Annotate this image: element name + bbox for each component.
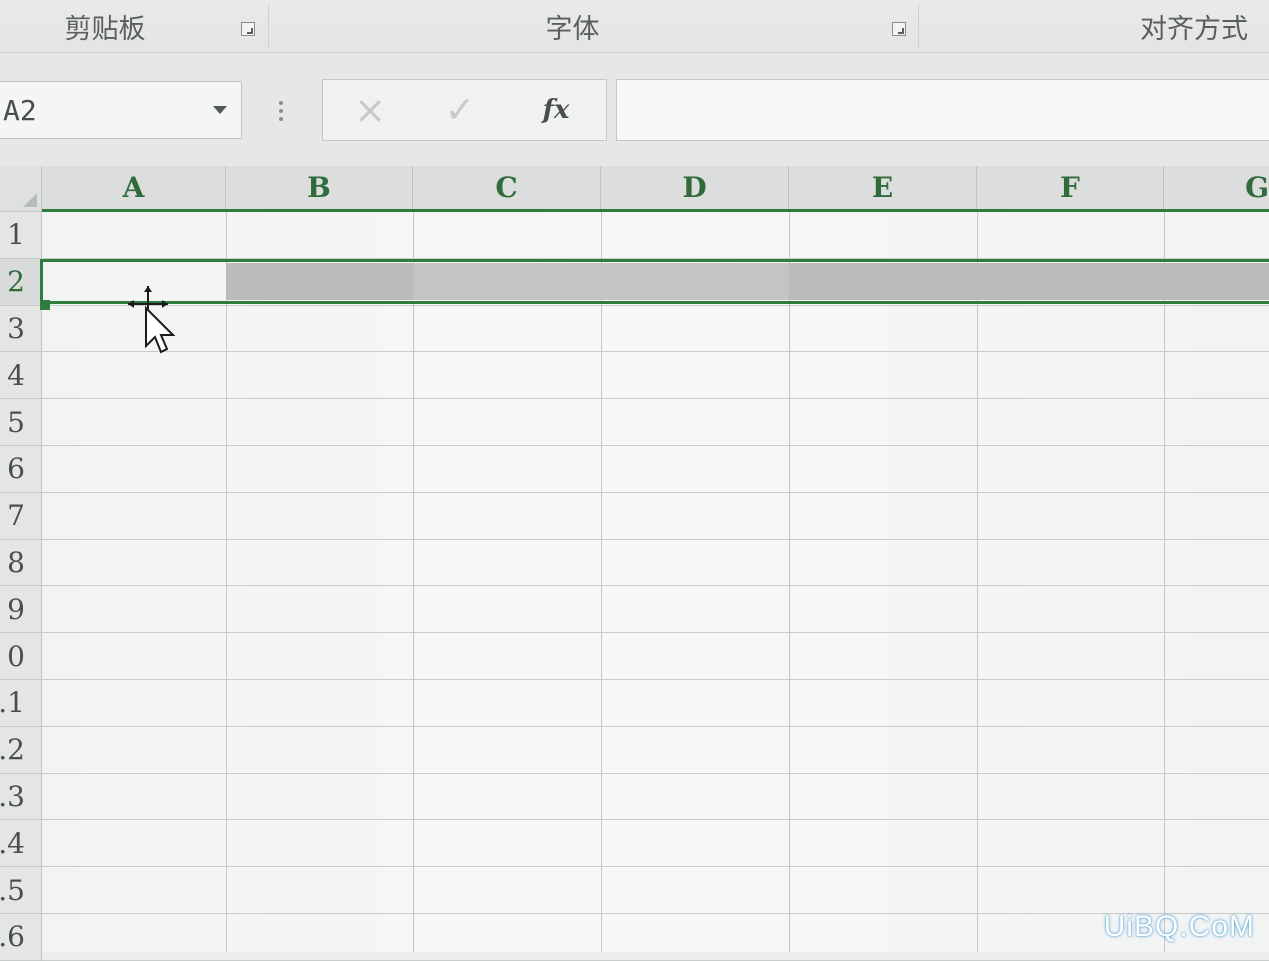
- row-header-16[interactable]: .6: [0, 914, 42, 961]
- row-header-14[interactable]: .4: [0, 820, 42, 868]
- row-header-10[interactable]: 0: [0, 633, 42, 680]
- drag-handle-icon[interactable]: [278, 97, 284, 127]
- column-header-f[interactable]: F: [977, 166, 1164, 209]
- row-header-11[interactable]: .1: [0, 680, 42, 727]
- cancel-icon[interactable]: ×: [335, 80, 405, 140]
- ribbon-group-labels: 剪贴板 字体 对齐方式: [0, 0, 1269, 53]
- move-cursor-icon: [128, 286, 176, 354]
- grid-row-line: [42, 304, 1269, 306]
- row-header-9[interactable]: 9: [0, 586, 42, 634]
- row-header-3[interactable]: 3: [0, 305, 42, 353]
- ribbon-divider: [268, 4, 269, 48]
- row-header-7[interactable]: 7: [0, 492, 42, 540]
- grid-column-line: [789, 212, 790, 952]
- formula-bar-row: A2 × ✓ fx: [0, 53, 1269, 166]
- grid-row-line: [42, 679, 1269, 680]
- ribbon-divider: [918, 4, 919, 48]
- grid-row-line: [42, 491, 1269, 493]
- clipboard-dialog-launcher-icon[interactable]: [241, 22, 255, 36]
- row-header-2[interactable]: 2: [0, 258, 42, 306]
- spreadsheet-grid[interactable]: A B C D E F G 1 2 3 4 5 6 7 8 9 0.1.2.3.4.5.6: [0, 166, 1269, 961]
- select-all-corner[interactable]: [0, 166, 42, 212]
- row-header-4[interactable]: 4: [0, 352, 42, 400]
- grid-row-line: [42, 866, 1269, 868]
- row-header-8[interactable]: 8: [0, 539, 42, 587]
- grid-row-line: [42, 585, 1269, 587]
- grid-row-line: [42, 819, 1269, 821]
- row-header-15[interactable]: .5: [0, 867, 42, 914]
- grid-column-line: [226, 212, 227, 952]
- grid-row-line: [42, 398, 1269, 400]
- row-header-13[interactable]: .3: [0, 773, 42, 821]
- grid-column-line: [413, 212, 414, 952]
- column-header-a[interactable]: A: [42, 166, 226, 209]
- grid-column-line: [977, 212, 978, 952]
- grid-column-line: [1164, 212, 1165, 952]
- check-icon[interactable]: ✓: [425, 80, 495, 140]
- row-header-12[interactable]: .2: [0, 726, 42, 774]
- row-header-1[interactable]: 1: [0, 212, 42, 259]
- grid-row-line: [42, 445, 1269, 446]
- ribbon-group-font-label: 字体: [545, 13, 600, 45]
- column-header-c[interactable]: C: [413, 166, 601, 209]
- grid-row-line: [42, 772, 1269, 774]
- watermark: UiBQ.CoM: [1103, 910, 1255, 943]
- font-dialog-launcher-icon[interactable]: [892, 22, 906, 36]
- insert-function-icon[interactable]: fx: [521, 80, 591, 140]
- name-box[interactable]: A2: [0, 81, 242, 139]
- formula-input[interactable]: [616, 79, 1269, 141]
- grid-row-line: [42, 913, 1269, 914]
- row-header-6[interactable]: 6: [0, 446, 42, 493]
- row-header-5[interactable]: 5: [0, 399, 42, 446]
- grid-column-line: [601, 212, 602, 952]
- formula-buttons: × ✓ fx: [322, 79, 607, 141]
- chevron-down-icon[interactable]: [213, 106, 227, 114]
- column-header-b[interactable]: B: [226, 166, 413, 209]
- column-header-e[interactable]: E: [789, 166, 977, 209]
- selection-border: [40, 259, 1269, 304]
- grid-row-line: [42, 725, 1269, 727]
- grid-row-line: [42, 351, 1269, 353]
- ribbon-group-alignment-label: 对齐方式: [1140, 13, 1248, 45]
- ribbon-group-clipboard-label: 剪贴板: [64, 13, 146, 45]
- column-header-g[interactable]: G: [1164, 166, 1269, 209]
- fill-handle[interactable]: [40, 300, 50, 310]
- grid-row-line: [42, 538, 1269, 540]
- column-header-d[interactable]: D: [601, 166, 789, 209]
- name-box-value: A2: [3, 94, 37, 127]
- grid-row-line: [42, 632, 1269, 634]
